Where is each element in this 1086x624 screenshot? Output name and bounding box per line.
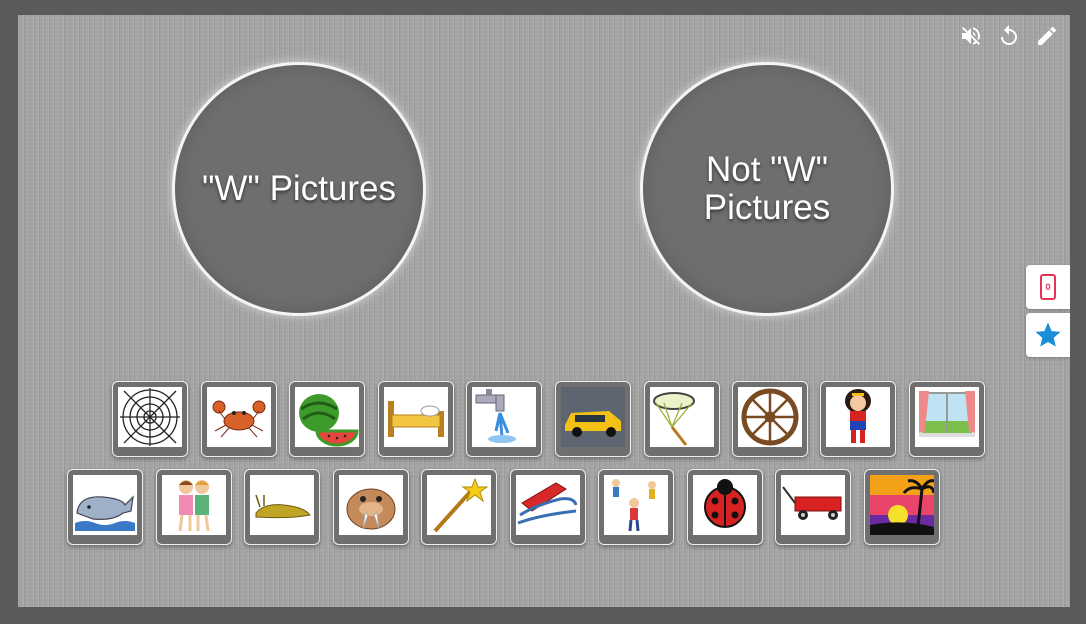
card-taxi[interactable]	[555, 381, 631, 457]
sled-image	[516, 475, 580, 535]
card-children[interactable]	[598, 469, 674, 545]
taxi-image	[561, 387, 625, 447]
crab-image	[207, 387, 271, 447]
hugging-girls-image	[162, 475, 226, 535]
card-wonder-woman[interactable]	[820, 381, 896, 457]
card-ladybug[interactable]	[687, 469, 763, 545]
card-whale[interactable]	[67, 469, 143, 545]
card-hugging-girls[interactable]	[156, 469, 232, 545]
card-window[interactable]	[909, 381, 985, 457]
whale-image	[73, 475, 137, 535]
card-walrus[interactable]	[333, 469, 409, 545]
watermelon-image	[295, 387, 359, 447]
slug-image	[250, 475, 314, 535]
wagon-wheel-image	[738, 387, 802, 447]
ladybug-image	[693, 475, 757, 535]
card-spider-web[interactable]	[112, 381, 188, 457]
bin-not-w-label: Not "W" Pictures	[703, 149, 831, 227]
walrus-image	[339, 475, 403, 535]
wonder-woman-image	[826, 387, 890, 447]
side-panel: 0	[1026, 265, 1070, 357]
card-red-wagon[interactable]	[775, 469, 851, 545]
bin-w-pictures[interactable]: "W" Pictures	[172, 62, 426, 316]
card-crab[interactable]	[201, 381, 277, 457]
card-slug[interactable]	[244, 469, 320, 545]
card-bed[interactable]	[378, 381, 454, 457]
card-faucet[interactable]	[466, 381, 542, 457]
mute-button[interactable]	[958, 23, 984, 49]
phone-icon: 0	[1040, 274, 1056, 300]
activity-stage: "W" Pictures Not "W" Pictures 0	[18, 15, 1070, 607]
favorite-button[interactable]	[1026, 313, 1070, 357]
restart-icon	[1001, 25, 1017, 45]
net-image	[650, 387, 714, 447]
bin-not-w-pictures[interactable]: Not "W" Pictures	[640, 62, 894, 316]
window-image	[915, 387, 979, 447]
children-image	[604, 475, 668, 535]
red-wagon-image	[781, 475, 845, 535]
star-icon	[1035, 322, 1061, 347]
pencil-icon	[1038, 26, 1056, 45]
magic-wand-image	[427, 475, 491, 535]
device-preview-button[interactable]: 0	[1026, 265, 1070, 309]
card-magic-wand[interactable]	[421, 469, 497, 545]
edit-button[interactable]	[1034, 23, 1060, 49]
bin-w-label: "W" Pictures	[201, 168, 397, 208]
device-count: 0	[1045, 282, 1051, 292]
restart-button[interactable]	[996, 23, 1022, 49]
card-net[interactable]	[644, 381, 720, 457]
card-watermelon[interactable]	[289, 381, 365, 457]
faucet-image	[472, 387, 536, 447]
card-sled[interactable]	[510, 469, 586, 545]
spider-web-image	[118, 387, 182, 447]
volume-off-icon	[962, 27, 981, 45]
bed-image	[384, 387, 448, 447]
sunset-image	[870, 475, 934, 535]
top-toolbar	[958, 23, 1060, 49]
card-wagon-wheel[interactable]	[732, 381, 808, 457]
card-sunset[interactable]	[864, 469, 940, 545]
